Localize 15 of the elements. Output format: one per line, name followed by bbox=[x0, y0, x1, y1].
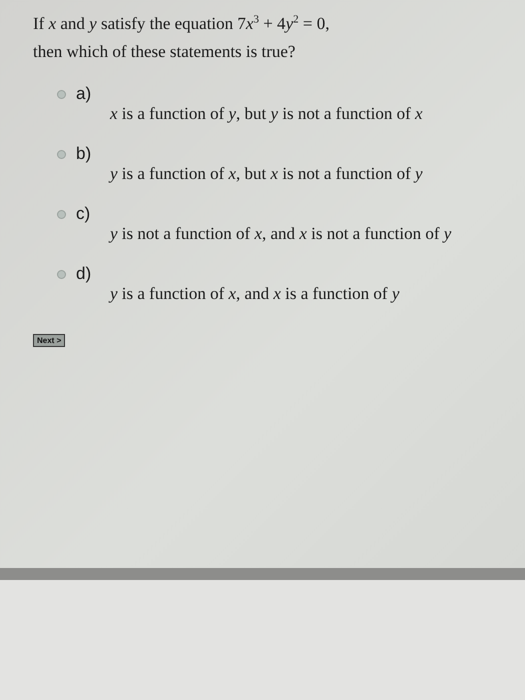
option-label: b) bbox=[76, 144, 92, 164]
question-text: then which of these statements is true? bbox=[33, 42, 296, 62]
option-text: x is a function of y, but y is not a function of x bbox=[110, 104, 423, 124]
next-button[interactable]: Next > bbox=[33, 334, 66, 347]
option-text: y is a function of x, and x is a function of y bbox=[110, 284, 400, 304]
radio-button[interactable] bbox=[57, 150, 66, 158]
radio-button[interactable] bbox=[57, 270, 66, 278]
option-text: y is not a function of x, and x is not a function of y bbox=[110, 224, 452, 244]
radio-button[interactable] bbox=[57, 210, 66, 218]
question-text: If x and y satisfy the equation 7x$^{3}$ + 4y$^{2}$ = 0, bbox=[33, 14, 330, 34]
option-text: y is a function of x, but x is not a function of y bbox=[110, 164, 423, 184]
option-label: c) bbox=[76, 204, 90, 224]
radio-button[interactable] bbox=[57, 90, 66, 98]
option-label: a) bbox=[76, 84, 92, 104]
option-label: d) bbox=[76, 264, 92, 284]
